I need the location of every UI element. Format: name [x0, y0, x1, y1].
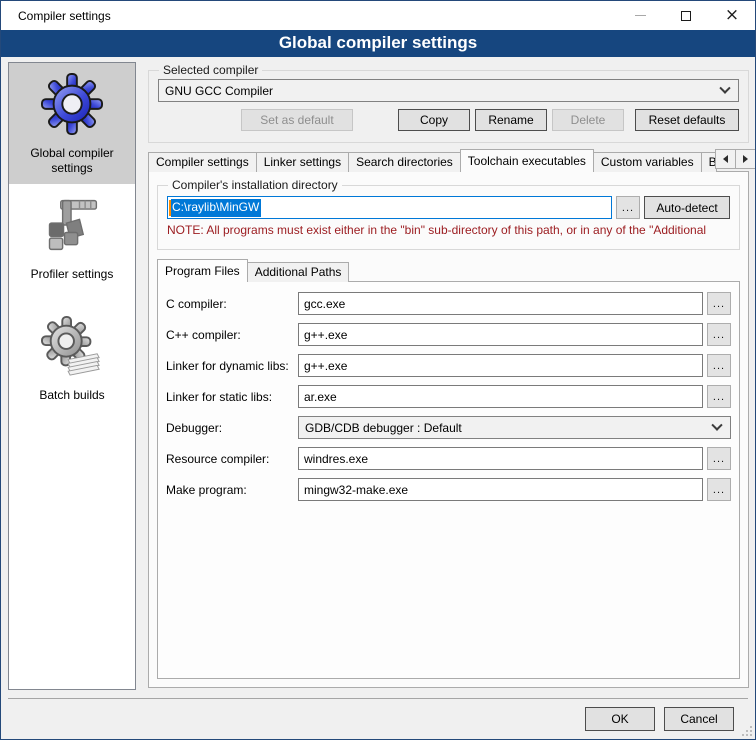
selected-compiler-group-label: Selected compiler: [159, 63, 262, 77]
page-title: Global compiler settings: [1, 30, 755, 57]
debugger-select-value: GDB/CDB debugger : Default: [305, 421, 713, 435]
compiler-select-value: GNU GCC Compiler: [165, 84, 721, 98]
bin-subdirectory-note: NOTE: All programs must exist either in …: [167, 223, 730, 237]
browse-directory-button[interactable]: ...: [616, 196, 640, 219]
gray-gear-stack-icon: [40, 314, 104, 378]
browse-button[interactable]: ...: [707, 292, 731, 315]
auto-detect-button[interactable]: Auto-detect: [644, 196, 730, 219]
tab-scroll-right-button[interactable]: [735, 149, 756, 169]
close-button[interactable]: ×: [709, 1, 755, 30]
debugger-select[interactable]: GDB/CDB debugger : Default: [298, 416, 731, 439]
rename-button[interactable]: Rename: [475, 109, 547, 131]
linker-dynamic-input[interactable]: [298, 354, 703, 377]
field-label: Make program:: [166, 483, 298, 497]
sidebar-item-label: Global compiler settings: [16, 146, 128, 176]
resize-grip[interactable]: [740, 724, 752, 736]
tab-search-directories[interactable]: Search directories: [348, 152, 461, 172]
tab-toolchain-executables[interactable]: Toolchain executables: [460, 149, 594, 172]
compiler-select[interactable]: GNU GCC Compiler: [158, 79, 739, 102]
arrow-left-icon: [723, 155, 728, 163]
browse-button[interactable]: ...: [707, 447, 731, 470]
delete-button[interactable]: Delete: [552, 109, 624, 131]
sidebar-item-batch-builds[interactable]: Batch builds: [9, 305, 135, 426]
sidebar-item-global-compiler-settings[interactable]: Global compiler settings: [9, 63, 135, 184]
footer-buttons: OK Cancel: [585, 707, 734, 731]
compiler-settings-dialog: Compiler settings × Global compiler sett…: [0, 0, 756, 740]
browse-button[interactable]: ...: [707, 385, 731, 408]
linker-static-input[interactable]: [298, 385, 703, 408]
c-compiler-input[interactable]: [298, 292, 703, 315]
field-label: Debugger:: [166, 421, 298, 435]
row-linker-dynamic: Linker for dynamic libs: ...: [166, 354, 731, 377]
chevron-down-icon: [719, 82, 730, 93]
row-resource-compiler: Resource compiler: ...: [166, 447, 731, 470]
tab-linker-settings[interactable]: Linker settings: [256, 152, 349, 172]
installation-directory-row: C:\raylib\MinGW ... Auto-detect: [167, 196, 730, 219]
resource-compiler-input[interactable]: [298, 447, 703, 470]
browse-button[interactable]: ...: [707, 478, 731, 501]
subtab-additional-paths[interactable]: Additional Paths: [247, 262, 350, 282]
tab-scroll-left-button[interactable]: [715, 149, 736, 169]
make-program-input[interactable]: [298, 478, 703, 501]
minimize-icon: [635, 15, 646, 16]
maximize-button[interactable]: [663, 1, 709, 30]
installation-directory-group-label: Compiler's installation directory: [168, 178, 342, 192]
dialog-body: Global compiler settings: [1, 57, 755, 739]
row-make-program: Make program: ...: [166, 478, 731, 501]
titlebar: Compiler settings ×: [1, 1, 755, 30]
tab-custom-variables[interactable]: Custom variables: [593, 152, 702, 172]
cancel-button[interactable]: Cancel: [664, 707, 734, 731]
subtab-program-files[interactable]: Program Files: [157, 259, 248, 282]
toolchain-subtabstrip: Program Files Additional Paths: [157, 260, 740, 282]
copy-button[interactable]: Copy: [398, 109, 470, 131]
row-cpp-compiler: C++ compiler: ...: [166, 323, 731, 346]
browse-button[interactable]: ...: [707, 323, 731, 346]
selected-compiler-group: Selected compiler GNU GCC Compiler Set a…: [148, 63, 749, 143]
set-as-default-button[interactable]: Set as default: [241, 109, 353, 131]
field-label: Linker for static libs:: [166, 390, 298, 404]
minimize-button[interactable]: [617, 1, 663, 30]
installation-directory-input[interactable]: C:\raylib\MinGW: [167, 196, 612, 219]
sidebar-item-label: Batch builds: [16, 388, 128, 403]
field-label: Linker for dynamic libs:: [166, 359, 298, 373]
row-debugger: Debugger: GDB/CDB debugger : Default: [166, 416, 731, 439]
sidebar-item-label: Profiler settings: [16, 267, 128, 282]
row-c-compiler: C compiler: ...: [166, 292, 731, 315]
caliper-icon: [40, 193, 104, 257]
tab-scroll-arrows: [716, 149, 756, 169]
tab-compiler-settings[interactable]: Compiler settings: [148, 152, 257, 172]
compiler-buttons-row: Set as default Copy Rename Delete Reset …: [158, 109, 739, 131]
arrow-right-icon: [743, 155, 748, 163]
blue-gear-icon: [40, 72, 104, 136]
browse-button[interactable]: ...: [707, 354, 731, 377]
installation-directory-group: Compiler's installation directory C:\ray…: [157, 178, 740, 250]
settings-category-list: Global compiler settings: [8, 62, 136, 690]
field-label: C compiler:: [166, 297, 298, 311]
chevron-down-icon: [711, 419, 722, 430]
toolchain-executables-page: Compiler's installation directory C:\ray…: [148, 171, 749, 688]
program-files-panel: C compiler: ... C++ compiler: ... Linker…: [157, 281, 740, 679]
reset-defaults-button[interactable]: Reset defaults: [635, 109, 739, 131]
field-label: Resource compiler:: [166, 452, 298, 466]
footer-divider: [8, 698, 748, 699]
window-title: Compiler settings: [1, 9, 617, 23]
sidebar-item-profiler-settings[interactable]: Profiler settings: [9, 184, 135, 305]
installation-directory-value: C:\raylib\MinGW: [171, 199, 261, 217]
row-linker-static: Linker for static libs: ...: [166, 385, 731, 408]
ok-button[interactable]: OK: [585, 707, 655, 731]
settings-tabstrip: Compiler settings Linker settings Search…: [148, 149, 748, 172]
close-icon: ×: [725, 7, 739, 24]
field-label: C++ compiler:: [166, 328, 298, 342]
cpp-compiler-input[interactable]: [298, 323, 703, 346]
maximize-icon: [681, 11, 691, 21]
